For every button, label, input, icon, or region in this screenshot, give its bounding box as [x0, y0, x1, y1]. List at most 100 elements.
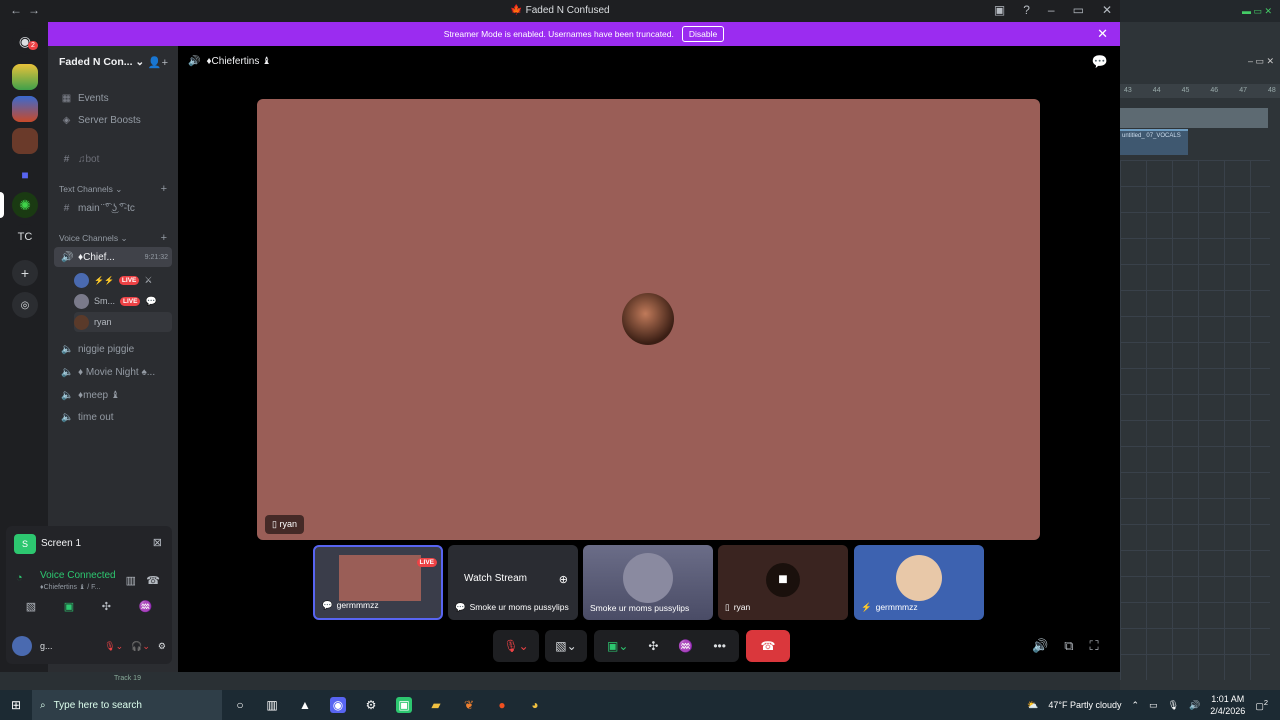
taskbar-search[interactable]: ⌕ Type here to search [32, 690, 222, 720]
voice-connected-label[interactable]: Voice Connected [40, 570, 116, 581]
daw-waveform [1120, 108, 1268, 128]
avatar[interactable] [12, 636, 32, 656]
popout-icon[interactable]: ⊕ [559, 573, 568, 586]
screen-share-button[interactable]: ▣⌄ [607, 639, 628, 653]
tile-name: Smoke ur moms pussylips [590, 603, 690, 613]
deafened-icon[interactable]: 🎧⌄ [131, 641, 150, 652]
voice-user[interactable]: Sm... LIVE 💬 [74, 291, 172, 311]
app-icon[interactable]: ▲ [297, 697, 313, 713]
voice-channel-active[interactable]: 🔊 ♦Chief... 9:21:32 [54, 247, 172, 267]
signal-icon[interactable]: ◔ [16, 572, 23, 584]
soundboard-icon[interactable]: ♒ [139, 600, 153, 620]
voice-channel[interactable]: 🔈 ♦ Movie Night ♠... [54, 362, 172, 382]
stop-stream-icon[interactable]: ⊠ [153, 536, 162, 549]
tray-chevron-icon[interactable]: ⌃ [1132, 700, 1140, 711]
server-icon-tc[interactable]: TC [12, 224, 38, 250]
network-icon[interactable]: ▭ [1149, 700, 1158, 711]
task-view-icon[interactable]: ▥ [264, 697, 280, 713]
fl-studio-icon[interactable]: ❦ [461, 697, 477, 713]
disable-button[interactable]: Disable [681, 26, 725, 42]
events-item[interactable]: ▦ Events [54, 88, 172, 108]
mute-icon: ⚡ [861, 602, 872, 612]
window-titlebar: ←→ 🍁 Faded N Confused ▣ ? – ▭ ✕ [0, 0, 1120, 22]
disconnect-icon[interactable]: ☎ [146, 574, 160, 587]
add-channel-icon[interactable]: + [161, 183, 167, 195]
close-icon[interactable]: ✕ [1102, 3, 1112, 17]
voice-channel[interactable]: 🔈 niggie piggie [54, 339, 172, 359]
soundboard-button[interactable]: ♒ [678, 639, 693, 653]
mic-toggle-button[interactable]: 🎙⌄ [493, 630, 539, 662]
daw-clip[interactable]: untitled_ 07_VOCALS [1120, 129, 1188, 155]
maximize-icon[interactable]: ▭ [1073, 3, 1084, 17]
hash-icon: # [63, 153, 70, 165]
discover-icon[interactable]: ◎ [12, 292, 38, 318]
mic-icon[interactable]: 🎙 [1168, 700, 1179, 711]
notification-icon[interactable]: ▢2 [1255, 698, 1268, 712]
screen-label: Screen 1 [41, 538, 82, 549]
screen-share-button[interactable]: ▣ [64, 600, 74, 620]
server-boosts-item[interactable]: ◈ Server Boosts [54, 110, 172, 130]
windows-start-icon[interactable]: ⊞ [8, 697, 24, 713]
server-icon-active[interactable]: ✺ [12, 192, 38, 218]
stream-tile[interactable]: LIVE 💬 germmmzz [313, 545, 443, 620]
folder-icon[interactable]: ■ [12, 162, 38, 188]
chat-icon[interactable]: 💬 [1092, 54, 1108, 70]
stream-tile[interactable]: Watch Stream ⊕ 💬 Smoke ur moms pussylips [448, 545, 578, 620]
speaker-icon: 🔊 [61, 251, 74, 263]
watch-stream-button[interactable]: Watch Stream [464, 573, 527, 584]
voice-user[interactable]: ryan [74, 312, 172, 332]
channel-bot[interactable]: # ♫bot [54, 149, 172, 169]
ruler-tick: 44 [1152, 87, 1161, 94]
clock[interactable]: 1:01 AM 2/4/2026 [1210, 693, 1245, 717]
text-channels-category[interactable]: Text Channels ⌄ + [59, 183, 167, 195]
file-explorer-icon[interactable]: ▰ [428, 697, 444, 713]
cortana-icon[interactable]: ○ [232, 697, 248, 713]
server-icon-3[interactable] [12, 128, 38, 154]
user-tile[interactable]: ⚡ germmmzz [854, 545, 984, 620]
server-icon-1[interactable] [12, 64, 38, 90]
add-channel-icon[interactable]: + [161, 232, 167, 244]
help-icon[interactable]: ? [1023, 3, 1030, 17]
weather-text[interactable]: 47°F Partly cloudy [1048, 700, 1121, 710]
channel-main[interactable]: # main ̈ ͡° ͜ʖ ͡°-tc [54, 198, 172, 218]
invite-icon[interactable]: 👤+ [148, 56, 168, 69]
leave-call-button[interactable]: ☎ [746, 630, 790, 662]
voice-user[interactable]: ⚡⚡ LIVE ⚔ [74, 270, 172, 290]
active-server-pill [0, 192, 4, 218]
weather-icon: ⛅ [1027, 699, 1039, 710]
volume-icon[interactable]: 🔊 [1189, 700, 1200, 711]
close-banner-icon[interactable]: ✕ [1097, 26, 1108, 42]
discord-taskbar-icon[interactable]: ◉ [330, 697, 346, 713]
mic-muted-icon[interactable]: 🎙⌄ [104, 641, 123, 652]
user-name: g... [40, 641, 53, 651]
activities-icon[interactable]: ✣ [102, 600, 111, 620]
settings-icon[interactable]: ⚙ [158, 641, 166, 652]
camera-toggle-button[interactable]: ▧⌄ [545, 630, 587, 662]
minimize-icon[interactable]: – [1048, 3, 1055, 17]
voice-channel[interactable]: 🔈 ♦meep ♝ [54, 385, 172, 405]
settings-taskbar-icon[interactable]: ⚙ [363, 697, 379, 713]
camera-off-icon[interactable]: ▧ [26, 600, 36, 620]
server-icon-2[interactable] [12, 96, 38, 122]
user-tile[interactable]: ■ ▯ ryan [718, 545, 848, 620]
inbox-icon[interactable]: ▣ [994, 3, 1005, 17]
app-icon[interactable]: ● [494, 697, 510, 713]
user-tile[interactable]: Smoke ur moms pussylips [583, 545, 713, 620]
activities-button[interactable]: ✣ [648, 639, 658, 653]
mute-deafen-icon: ⚡⚡ [94, 275, 114, 285]
app-icon[interactable]: ▣ [396, 697, 412, 713]
voice-channels-category[interactable]: Voice Channels ⌄ + [59, 232, 167, 244]
voice-header: 🔊 ♦Chiefertins ♝ [188, 56, 271, 67]
chat-bubble-icon: 💬 [145, 295, 157, 306]
chrome-icon[interactable]: ◕ [527, 697, 543, 713]
voice-channel[interactable]: 🔈 time out [54, 407, 172, 427]
volume-icon[interactable]: 🔊 [1032, 638, 1048, 656]
avatar [622, 293, 674, 345]
fullscreen-icon[interactable]: ⛶ [1089, 638, 1098, 656]
server-name[interactable]: Faded N Con... ⌄ [59, 56, 144, 68]
focused-video-tile[interactable]: ▯ ryan [257, 99, 1040, 540]
popout-icon[interactable]: ⧉ [1064, 638, 1073, 656]
noise-icon[interactable]: ▥ [126, 574, 136, 587]
more-options-icon[interactable]: ••• [713, 639, 726, 653]
add-server-icon[interactable]: + [12, 260, 38, 286]
